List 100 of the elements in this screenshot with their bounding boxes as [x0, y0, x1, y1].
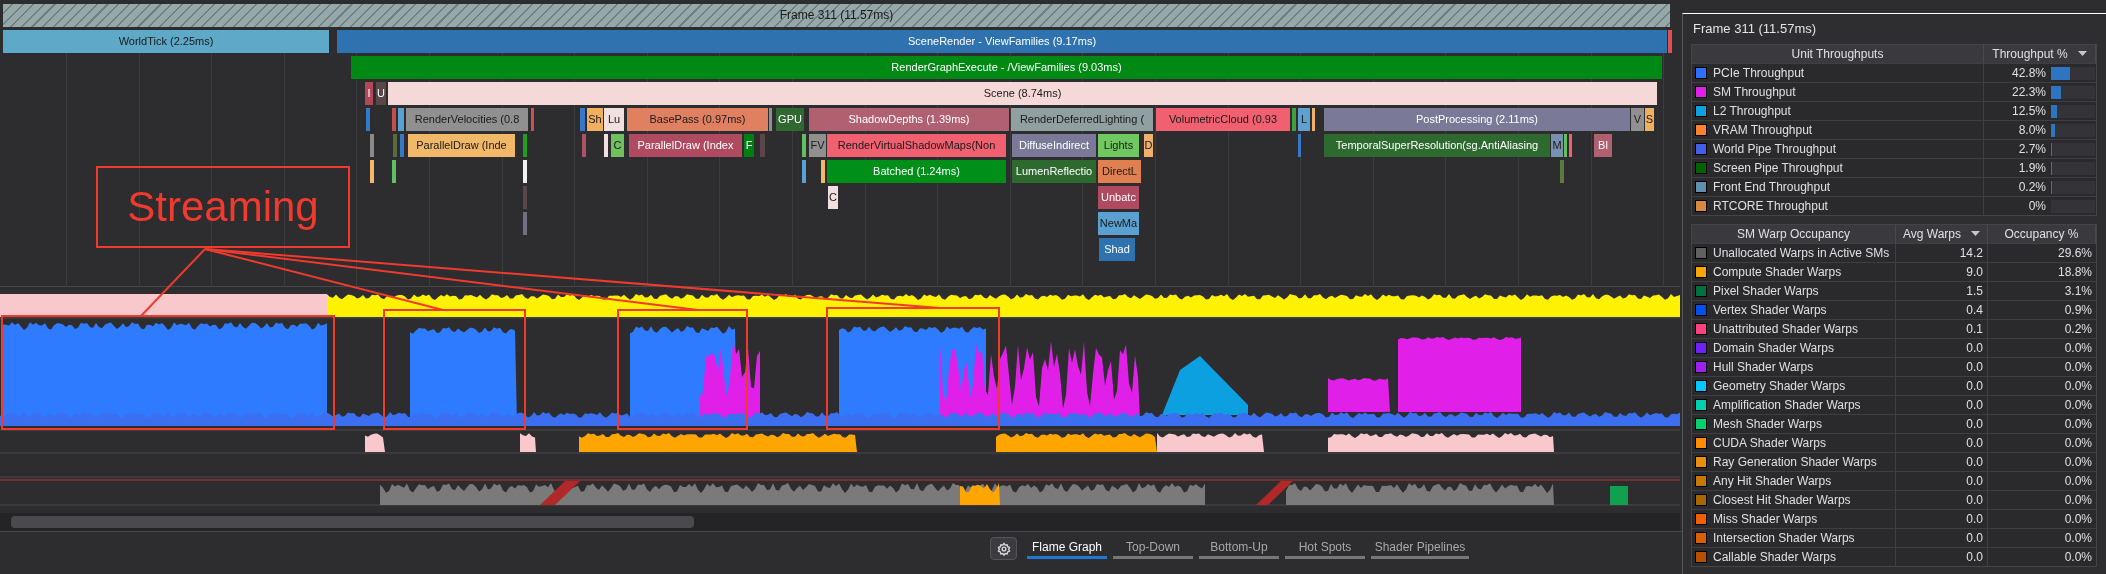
- tab[interactable]: Hot Spots: [1285, 537, 1365, 559]
- flame-bar[interactable]: Sh: [587, 108, 603, 131]
- flame-bar[interactable]: [1298, 134, 1301, 157]
- table-cell-text: 0.0: [1966, 378, 1983, 395]
- table-cell-text: Any Hit Shader Warps: [1713, 473, 1832, 490]
- table-cell-text: Front End Throughput: [1713, 179, 1831, 196]
- flame-bar[interactable]: DirectL: [1098, 160, 1141, 183]
- table-cell-text: VRAM Throughput: [1713, 122, 1813, 139]
- flame-bar[interactable]: [523, 186, 527, 209]
- settings-button[interactable]: [990, 537, 1017, 560]
- panel-title: Frame 311 (11.57ms): [1692, 20, 1818, 38]
- flame-bar[interactable]: [1564, 134, 1567, 157]
- tab[interactable]: Shader Pipelines: [1371, 537, 1469, 559]
- hatch-mark: [540, 481, 580, 505]
- flame-bar[interactable]: LumenReflectio: [1012, 160, 1096, 183]
- table-cell-text: 0.0%: [2064, 549, 2092, 566]
- flame-bar[interactable]: TemporalSuperResolution(sg.AntiAliasing: [1324, 134, 1550, 157]
- tab[interactable]: Bottom-Up: [1199, 537, 1279, 559]
- flame-bar[interactable]: [582, 134, 586, 157]
- table-cell-text: PCIe Throughput: [1713, 65, 1805, 82]
- table-cell-text: 0.0: [1966, 454, 1983, 471]
- flame-bar[interactable]: ParallelDraw (Inde: [408, 134, 515, 157]
- scrollbar-thumb[interactable]: [11, 516, 694, 528]
- flame-bar[interactable]: Unbatc: [1098, 186, 1139, 209]
- flame-bar[interactable]: [392, 108, 396, 131]
- flame-bar[interactable]: [400, 134, 404, 157]
- flame-bar[interactable]: [769, 108, 772, 131]
- table-cell-text: 29.6%: [2057, 245, 2092, 262]
- flame-bar[interactable]: PostProcessing (2.11ms): [1324, 108, 1630, 131]
- tab[interactable]: Flame Graph: [1027, 537, 1107, 559]
- flame-bar[interactable]: Bl: [1594, 134, 1612, 157]
- flame-bar[interactable]: RenderGraphExecute - /ViewFamilies (9.03ms): [351, 56, 1662, 79]
- flame-bar[interactable]: C: [611, 134, 624, 157]
- flame-bar[interactable]: D: [1144, 134, 1153, 157]
- table-cell-text: Mesh Shader Warps: [1713, 416, 1822, 433]
- flame-bar[interactable]: Shad: [1099, 238, 1135, 261]
- flame-bar[interactable]: [370, 134, 374, 157]
- table-cell-text: L2 Throughput: [1713, 103, 1791, 120]
- flame-bar[interactable]: [821, 160, 825, 183]
- flame-bar[interactable]: ParallelDraw (Index: [629, 134, 742, 157]
- table-cell-text: RTCORE Throughput: [1713, 198, 1828, 215]
- table-cell-text: 0.0: [1966, 397, 1983, 414]
- flame-bar[interactable]: M: [1551, 134, 1563, 157]
- flame-bar[interactable]: [523, 134, 527, 157]
- table-cell-text: 0.1: [1966, 321, 1983, 338]
- flame-bar[interactable]: [1668, 30, 1672, 53]
- flame-bar[interactable]: [1292, 108, 1296, 131]
- flame-bar[interactable]: V: [1631, 108, 1644, 131]
- table-cell-text: Unattributed Shader Warps: [1713, 321, 1858, 338]
- flame-bar[interactable]: DiffuseIndirect: [1012, 134, 1096, 157]
- flame-bar[interactable]: WorldTick (2.25ms): [3, 30, 329, 53]
- flame-bar[interactable]: [802, 134, 806, 157]
- graph-area: [520, 433, 536, 452]
- flame-bar[interactable]: Batched (1.24ms): [827, 160, 1006, 183]
- table-cell-text: 0.0%: [2064, 530, 2092, 547]
- flame-bar[interactable]: [523, 160, 527, 183]
- table-cell-text: 0.0: [1966, 473, 1983, 490]
- flame-bar[interactable]: NewMa: [1098, 212, 1139, 235]
- flame-bar[interactable]: RenderVirtualShadowMaps(Non: [827, 134, 1006, 157]
- flame-bar[interactable]: [523, 212, 527, 235]
- flame-bar[interactable]: [604, 134, 608, 157]
- flame-bar[interactable]: [580, 108, 585, 131]
- flame-bar[interactable]: [802, 160, 806, 183]
- flame-bar[interactable]: Lights: [1098, 134, 1139, 157]
- table-cell-text: Geometry Shader Warps: [1713, 378, 1846, 395]
- table-cell-text: 0%: [2027, 198, 2046, 215]
- table-cell-text: 0.4: [1966, 302, 1983, 319]
- flame-bar[interactable]: C: [828, 186, 838, 209]
- flame-bar[interactable]: L: [1298, 108, 1310, 131]
- flame-bar[interactable]: FV: [809, 134, 826, 157]
- flame-bar[interactable]: [366, 108, 370, 131]
- flame-bar[interactable]: Scene (8.74ms): [388, 82, 1657, 105]
- flame-bar[interactable]: [1560, 160, 1564, 183]
- table-cell-text: 0.0%: [2064, 473, 2092, 490]
- flame-bar[interactable]: GPU: [776, 108, 804, 131]
- flame-bar[interactable]: U: [376, 82, 386, 105]
- flame-bar[interactable]: ShadowDepths (1.39ms): [809, 108, 1009, 131]
- flame-bar[interactable]: [398, 108, 404, 131]
- flame-bar[interactable]: [392, 160, 396, 183]
- flame-bar[interactable]: Frame 311 (11.57ms): [3, 4, 1670, 27]
- flame-bar[interactable]: I: [365, 82, 373, 105]
- flame-bar[interactable]: Lu: [604, 108, 624, 131]
- flame-bar[interactable]: F: [744, 134, 754, 157]
- flame-bar[interactable]: [393, 134, 397, 157]
- flame-bar[interactable]: [760, 134, 765, 157]
- flame-bar[interactable]: [370, 160, 374, 183]
- table-cell-text: Closest Hit Shader Warps: [1713, 492, 1851, 509]
- flame-bar[interactable]: VolumetricCloud (0.93: [1156, 108, 1290, 131]
- flame-bar[interactable]: [1312, 108, 1315, 131]
- flame-bar[interactable]: BasePass (0.97ms): [627, 108, 768, 131]
- tab[interactable]: Top-Down: [1113, 537, 1193, 559]
- flame-bar[interactable]: S: [1645, 108, 1654, 131]
- flame-bar[interactable]: [1569, 134, 1572, 157]
- table-cell-text: World Pipe Throughput: [1713, 141, 1836, 158]
- flame-bar[interactable]: RenderDeferredLighting (: [1011, 108, 1153, 131]
- flame-bar[interactable]: SceneRender - ViewFamilies (9.17ms): [337, 30, 1667, 53]
- flame-bar[interactable]: [531, 108, 534, 131]
- flame-bar[interactable]: RenderVelocities (0.8: [406, 108, 528, 131]
- table-cell-text: 1.5: [1966, 283, 1983, 300]
- table-cell-text: 0.0%: [2064, 340, 2092, 357]
